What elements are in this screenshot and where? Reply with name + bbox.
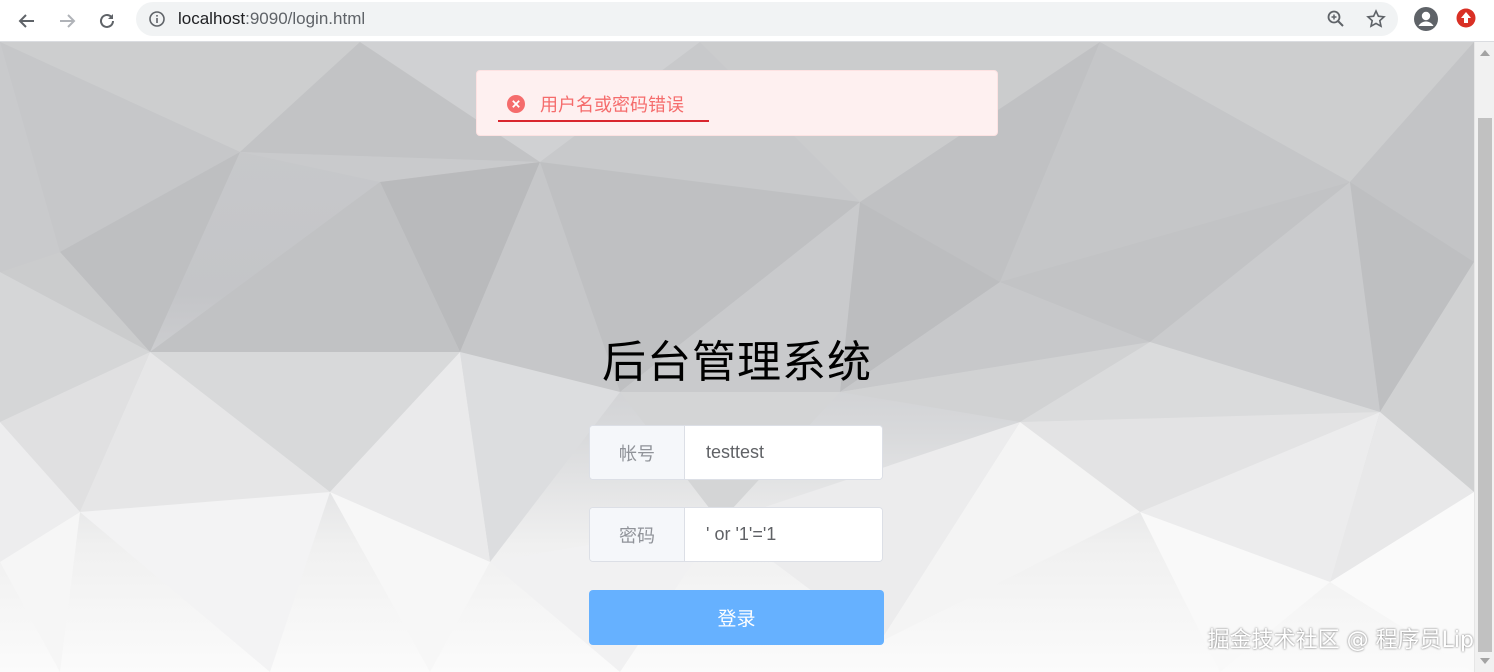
scroll-down-arrow-icon[interactable]: [1480, 658, 1490, 664]
reload-button[interactable]: [92, 6, 122, 36]
error-message: 用户名或密码错误: [476, 70, 998, 136]
reload-icon: [100, 13, 114, 28]
info-icon[interactable]: [148, 10, 166, 28]
zoom-icon[interactable]: [1326, 9, 1346, 29]
address-bar[interactable]: localhost:9090/login.html: [136, 2, 1398, 36]
password-input[interactable]: [685, 508, 882, 561]
password-input-group: 密码: [589, 507, 883, 562]
username-label: 帐号: [590, 426, 685, 479]
page-viewport: 用户名或密码错误 后台管理系统 帐号 密码 登录: [0, 42, 1474, 672]
username-input[interactable]: [685, 426, 882, 479]
page-scrollbar[interactable]: [1474, 42, 1494, 672]
error-message-text: 用户名或密码错误: [540, 95, 684, 116]
extension-icon[interactable]: [1456, 8, 1476, 28]
url-text: localhost:9090/login.html: [178, 9, 365, 29]
password-label: 密码: [590, 508, 685, 561]
page-title: 后台管理系统: [602, 337, 872, 388]
url-host: localhost: [178, 9, 246, 28]
username-input-group: 帐号: [589, 425, 883, 480]
forward-button[interactable]: [52, 6, 82, 36]
scrollbar-thumb[interactable]: [1478, 118, 1492, 652]
watermark: 掘金技术社区 @ 程序员Lip: [1207, 628, 1474, 653]
error-circle-icon: [507, 95, 525, 113]
url-path: :9090/login.html: [245, 9, 366, 28]
star-icon[interactable]: [1366, 9, 1386, 29]
account-icon[interactable]: [1413, 6, 1439, 32]
forward-arrow-icon: [60, 14, 76, 28]
browser-toolbar: localhost:9090/login.html: [0, 0, 1494, 42]
back-button[interactable]: [12, 6, 42, 36]
login-button[interactable]: 登录: [589, 590, 884, 645]
error-underline: [498, 120, 709, 122]
back-arrow-icon: [18, 14, 34, 28]
scroll-up-arrow-icon[interactable]: [1480, 50, 1490, 56]
